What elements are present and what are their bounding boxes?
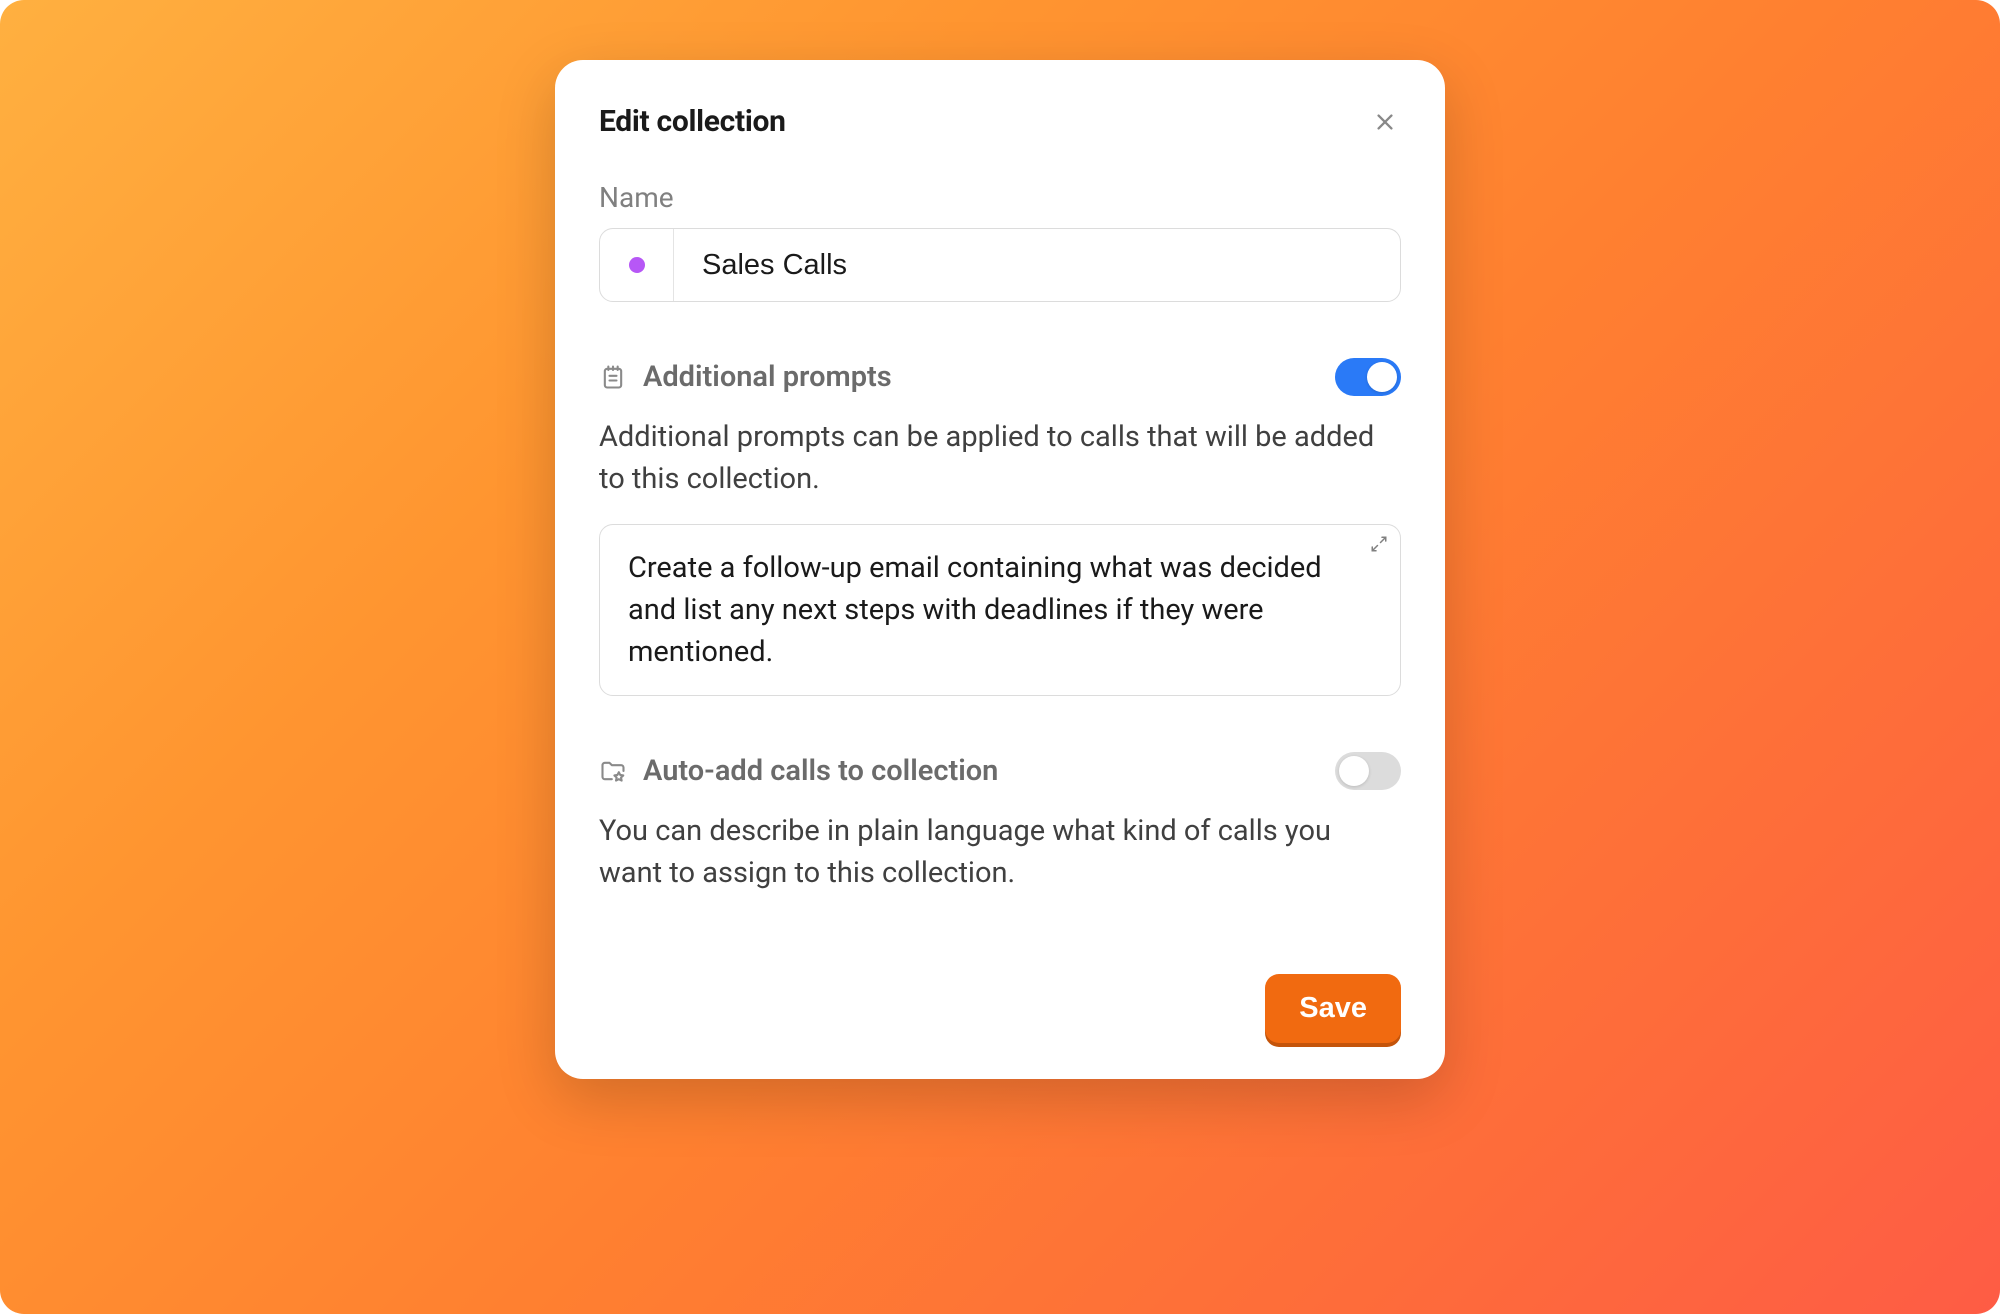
app-backdrop: Edit collection Name bbox=[0, 0, 2000, 1314]
expand-handle[interactable] bbox=[1370, 535, 1388, 553]
name-label: Name bbox=[599, 181, 1401, 214]
auto-add-toggle[interactable] bbox=[1335, 752, 1401, 790]
prompt-textarea-wrap: Create a follow-up email containing what… bbox=[599, 524, 1401, 696]
additional-prompts-description: Additional prompts can be applied to cal… bbox=[599, 416, 1401, 500]
toggle-knob bbox=[1339, 756, 1369, 786]
auto-add-title: Auto-add calls to collection bbox=[643, 754, 998, 788]
section-title-wrap: Additional prompts bbox=[599, 360, 892, 394]
toggle-knob bbox=[1367, 362, 1397, 392]
modal-title: Edit collection bbox=[599, 104, 786, 139]
prompt-textarea[interactable]: Create a follow-up email containing what… bbox=[628, 547, 1372, 673]
color-picker-button[interactable] bbox=[600, 229, 674, 301]
name-input-row bbox=[599, 228, 1401, 302]
folder-star-icon bbox=[599, 757, 627, 785]
additional-prompts-section: Additional prompts Additional prompts ca… bbox=[599, 358, 1401, 696]
additional-prompts-title: Additional prompts bbox=[643, 360, 892, 394]
save-button[interactable]: Save bbox=[1265, 974, 1401, 1043]
auto-add-description: You can describe in plain language what … bbox=[599, 810, 1401, 894]
close-button[interactable] bbox=[1369, 106, 1401, 138]
modal-footer: Save bbox=[599, 974, 1401, 1043]
section-header: Auto-add calls to collection bbox=[599, 752, 1401, 790]
modal-header: Edit collection bbox=[599, 104, 1401, 139]
auto-add-section: Auto-add calls to collection You can des… bbox=[599, 752, 1401, 918]
close-icon bbox=[1374, 111, 1396, 133]
section-header: Additional prompts bbox=[599, 358, 1401, 396]
name-field: Name bbox=[599, 181, 1401, 302]
collection-name-input[interactable] bbox=[674, 229, 1400, 301]
additional-prompts-toggle[interactable] bbox=[1335, 358, 1401, 396]
section-title-wrap: Auto-add calls to collection bbox=[599, 754, 998, 788]
expand-icon bbox=[1370, 535, 1388, 553]
edit-collection-modal: Edit collection Name bbox=[555, 60, 1445, 1079]
color-dot-icon bbox=[629, 257, 645, 273]
notepad-icon bbox=[599, 363, 627, 391]
